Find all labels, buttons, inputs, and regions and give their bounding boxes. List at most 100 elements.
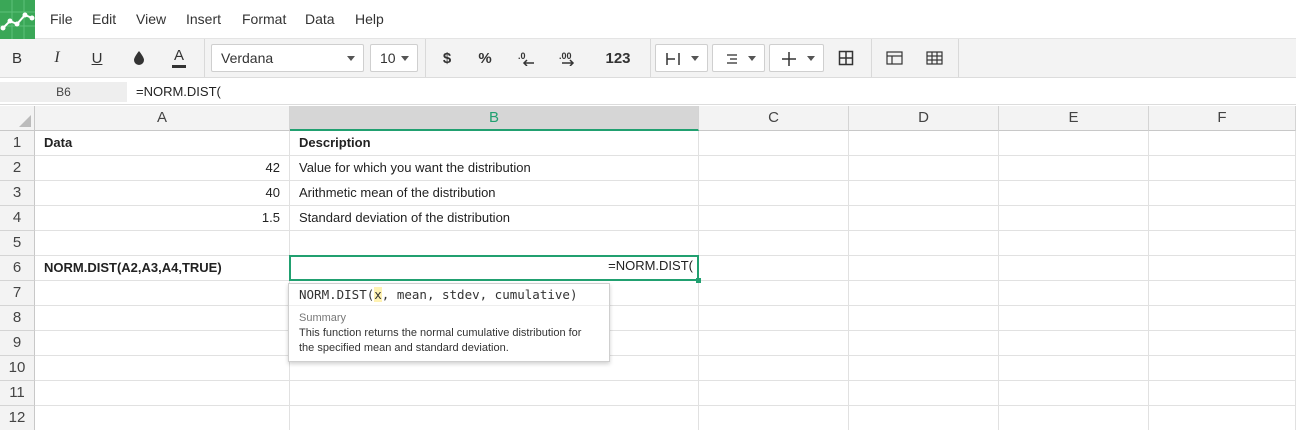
column-header-c[interactable]: C xyxy=(699,106,849,131)
cell-f12[interactable] xyxy=(1149,406,1296,430)
cell-e6[interactable] xyxy=(999,256,1149,281)
column-header-b[interactable]: B xyxy=(290,106,699,131)
underline-button[interactable]: U xyxy=(84,44,110,72)
fill-handle[interactable] xyxy=(696,278,701,283)
cell-a11[interactable] xyxy=(35,381,290,406)
number-format-button[interactable]: 123 xyxy=(600,44,636,72)
cell-b3[interactable]: Arithmetic mean of the distribution xyxy=(290,181,699,206)
menu-help[interactable]: Help xyxy=(355,11,384,27)
active-cell-b6[interactable]: =NORM.DIST( xyxy=(289,255,699,281)
menu-edit[interactable]: Edit xyxy=(92,11,116,27)
row-header-6[interactable]: 6 xyxy=(0,256,35,281)
cell-c1[interactable] xyxy=(699,131,849,156)
active-cell-editor[interactable]: =NORM.DIST( xyxy=(608,258,693,273)
cell-d7[interactable] xyxy=(849,281,999,306)
cell-e2[interactable] xyxy=(999,156,1149,181)
cell-e9[interactable] xyxy=(999,331,1149,356)
cell-e12[interactable] xyxy=(999,406,1149,430)
cell-b1[interactable]: Description xyxy=(290,131,699,156)
cell-c7[interactable] xyxy=(699,281,849,306)
menu-file[interactable]: File xyxy=(50,11,73,27)
cell-e7[interactable] xyxy=(999,281,1149,306)
cell-c4[interactable] xyxy=(699,206,849,231)
formula-input[interactable]: =NORM.DIST( xyxy=(136,82,221,102)
cell-e8[interactable] xyxy=(999,306,1149,331)
cell-c2[interactable] xyxy=(699,156,849,181)
cell-d4[interactable] xyxy=(849,206,999,231)
cell-f10[interactable] xyxy=(1149,356,1296,381)
row-header-4[interactable]: 4 xyxy=(0,206,35,231)
cell-d12[interactable] xyxy=(849,406,999,430)
cell-c9[interactable] xyxy=(699,331,849,356)
cell-b5[interactable] xyxy=(290,231,699,256)
fill-color-icon[interactable] xyxy=(126,44,152,72)
cell-e4[interactable] xyxy=(999,206,1149,231)
cell-e5[interactable] xyxy=(999,231,1149,256)
cell-a9[interactable] xyxy=(35,331,290,356)
cell-f11[interactable] xyxy=(1149,381,1296,406)
cell-d9[interactable] xyxy=(849,331,999,356)
cell-a8[interactable] xyxy=(35,306,290,331)
column-header-d[interactable]: D xyxy=(849,106,999,131)
cell-f5[interactable] xyxy=(1149,231,1296,256)
cell-d5[interactable] xyxy=(849,231,999,256)
cell-c10[interactable] xyxy=(699,356,849,381)
menu-format[interactable]: Format xyxy=(242,11,286,27)
cell-d11[interactable] xyxy=(849,381,999,406)
cell-a2[interactable]: 42 xyxy=(35,156,290,181)
row-header-12[interactable]: 12 xyxy=(0,406,35,430)
cell-d2[interactable] xyxy=(849,156,999,181)
cell-c3[interactable] xyxy=(699,181,849,206)
insert-table-icon[interactable] xyxy=(920,44,948,72)
cell-b12[interactable] xyxy=(290,406,699,430)
menu-view[interactable]: View xyxy=(136,11,166,27)
cell-d8[interactable] xyxy=(849,306,999,331)
cell-a6[interactable]: NORM.DIST(A2,A3,A4,TRUE) xyxy=(35,256,290,281)
font-size-dropdown[interactable]: 10 xyxy=(370,44,418,72)
font-family-dropdown[interactable]: Verdana xyxy=(211,44,364,72)
text-color-icon[interactable]: A xyxy=(166,44,192,72)
cell-a5[interactable] xyxy=(35,231,290,256)
column-header-a[interactable]: A xyxy=(35,106,290,131)
percent-format-button[interactable]: % xyxy=(472,44,498,72)
cell-a3[interactable]: 40 xyxy=(35,181,290,206)
vertical-align-dropdown[interactable] xyxy=(769,44,824,72)
cell-f1[interactable] xyxy=(1149,131,1296,156)
row-header-8[interactable]: 8 xyxy=(0,306,35,331)
cell-a12[interactable] xyxy=(35,406,290,430)
cell-e10[interactable] xyxy=(999,356,1149,381)
bold-button[interactable]: B xyxy=(4,44,30,72)
cell-c5[interactable] xyxy=(699,231,849,256)
row-header-9[interactable]: 9 xyxy=(0,331,35,356)
select-all-corner[interactable] xyxy=(0,106,35,131)
cell-f9[interactable] xyxy=(1149,331,1296,356)
cell-f7[interactable] xyxy=(1149,281,1296,306)
text-align-dropdown[interactable] xyxy=(712,44,765,72)
horizontal-align-dropdown[interactable] xyxy=(655,44,708,72)
cell-f6[interactable] xyxy=(1149,256,1296,281)
cell-d6[interactable] xyxy=(849,256,999,281)
row-header-10[interactable]: 10 xyxy=(0,356,35,381)
cell-d1[interactable] xyxy=(849,131,999,156)
cell-f4[interactable] xyxy=(1149,206,1296,231)
cell-e3[interactable] xyxy=(999,181,1149,206)
merge-cells-icon[interactable] xyxy=(833,44,859,72)
italic-button[interactable]: I xyxy=(44,44,70,72)
cell-d10[interactable] xyxy=(849,356,999,381)
cell-c8[interactable] xyxy=(699,306,849,331)
cell-a1[interactable]: Data xyxy=(35,131,290,156)
decrease-decimal-icon[interactable]: .0 xyxy=(512,44,542,72)
cell-f2[interactable] xyxy=(1149,156,1296,181)
row-header-2[interactable]: 2 xyxy=(0,156,35,181)
cell-a7[interactable] xyxy=(35,281,290,306)
cell-a4[interactable]: 1.5 xyxy=(35,206,290,231)
cell-f3[interactable] xyxy=(1149,181,1296,206)
currency-format-button[interactable]: $ xyxy=(434,44,460,72)
row-header-5[interactable]: 5 xyxy=(0,231,35,256)
row-header-11[interactable]: 11 xyxy=(0,381,35,406)
cell-e1[interactable] xyxy=(999,131,1149,156)
cell-e11[interactable] xyxy=(999,381,1149,406)
column-header-e[interactable]: E xyxy=(999,106,1149,131)
cell-f8[interactable] xyxy=(1149,306,1296,331)
cell-d3[interactable] xyxy=(849,181,999,206)
